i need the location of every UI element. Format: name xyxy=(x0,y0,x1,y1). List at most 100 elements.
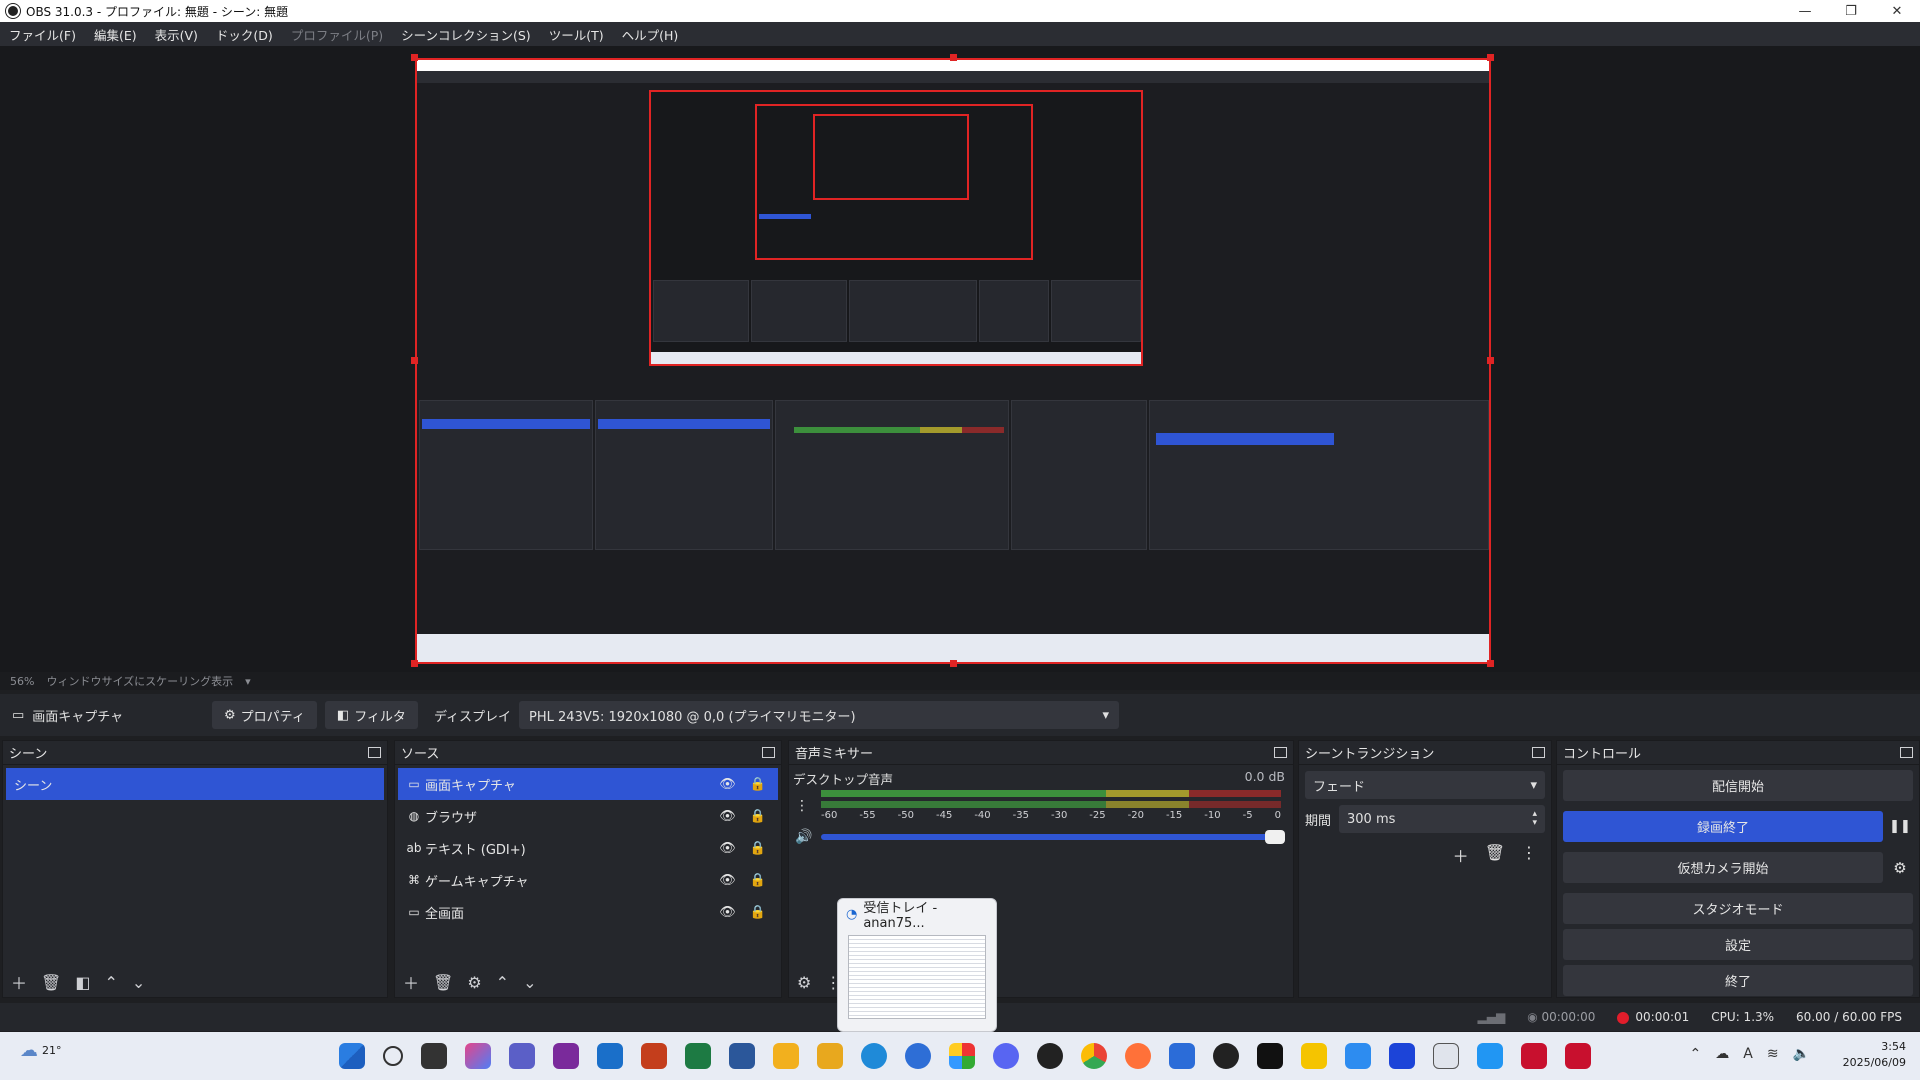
copilot-icon[interactable] xyxy=(465,1043,491,1069)
eye-icon[interactable]: 👁 xyxy=(719,873,736,888)
chatgpt-icon[interactable] xyxy=(1037,1043,1063,1069)
menu-file[interactable]: ファイル(F) xyxy=(0,25,85,44)
gear-icon[interactable]: ⚙ xyxy=(467,973,481,992)
menu-profile[interactable]: プロファイル(P) xyxy=(282,25,392,44)
ime-icon[interactable]: A xyxy=(1743,1046,1753,1062)
slack-icon[interactable] xyxy=(949,1043,975,1069)
mcafee-icon[interactable] xyxy=(1521,1043,1547,1069)
pause-icon[interactable]: ❚❚ xyxy=(1887,819,1913,834)
folder-icon[interactable] xyxy=(817,1043,843,1069)
volume-slider[interactable] xyxy=(821,830,1285,844)
volume-icon[interactable]: 🔈 xyxy=(1793,1046,1810,1062)
onenote-icon[interactable] xyxy=(553,1043,579,1069)
chevron-up-icon[interactable]: ⌃ xyxy=(496,973,509,992)
excel-icon[interactable] xyxy=(685,1043,711,1069)
maximize-icon[interactable]: ❐ xyxy=(1828,4,1874,19)
stop-recording-button[interactable]: 録画終了 xyxy=(1563,811,1883,842)
transform-handle[interactable] xyxy=(1487,54,1494,61)
firefox-icon[interactable] xyxy=(1125,1043,1151,1069)
menu-dock[interactable]: ドック(D) xyxy=(207,25,282,44)
powerpoint-icon[interactable] xyxy=(641,1043,667,1069)
lock-icon[interactable]: 🔒 xyxy=(750,809,766,824)
lock-icon[interactable]: 🔒 xyxy=(750,905,766,920)
search-icon[interactable] xyxy=(383,1046,403,1066)
transform-handle[interactable] xyxy=(950,54,957,61)
trash-icon[interactable]: 🗑 xyxy=(433,973,453,992)
chevron-up-icon[interactable]: ⌃ xyxy=(104,973,117,992)
more-vertical-icon[interactable]: ⋮ xyxy=(1521,843,1537,867)
eye-icon[interactable]: 👁 xyxy=(719,905,736,920)
exit-button[interactable]: 終了 xyxy=(1563,965,1913,996)
minimize-icon[interactable]: — xyxy=(1782,4,1828,19)
mcafee-icon[interactable] xyxy=(1565,1043,1591,1069)
file-explorer-icon[interactable] xyxy=(773,1043,799,1069)
float-dock-icon[interactable] xyxy=(368,747,381,758)
store-icon[interactable] xyxy=(1169,1043,1195,1069)
transform-handle[interactable] xyxy=(950,660,957,667)
source-item[interactable]: ◍ ブラウザ 👁 🔒 xyxy=(398,800,778,832)
filters-button[interactable]: ◧ フィルタ xyxy=(324,701,418,729)
chevron-down-icon[interactable]: ⌄ xyxy=(132,973,145,992)
gear-icon[interactable]: ⚙ xyxy=(797,973,811,992)
teams-icon[interactable] xyxy=(509,1043,535,1069)
transform-handle[interactable] xyxy=(1487,357,1494,364)
weather-widget[interactable]: ☁ 21° xyxy=(20,1040,62,1061)
spin-arrows-icon[interactable]: ▴ ▾ xyxy=(1532,810,1537,828)
menu-view[interactable]: 表示(V) xyxy=(146,25,207,44)
menu-edit[interactable]: 編集(E) xyxy=(85,25,146,44)
eye-icon[interactable]: 👁 xyxy=(719,809,736,824)
float-dock-icon[interactable] xyxy=(1532,747,1545,758)
music-icon[interactable] xyxy=(1433,1043,1459,1069)
onedrive-icon[interactable]: ☁ xyxy=(1715,1046,1729,1062)
app-icon[interactable] xyxy=(1301,1043,1327,1069)
transform-handle[interactable] xyxy=(411,660,418,667)
outlook-icon[interactable] xyxy=(597,1043,623,1069)
start-streaming-button[interactable]: 配信開始 xyxy=(1563,770,1913,801)
lock-icon[interactable]: 🔒 xyxy=(750,841,766,856)
task-view-icon[interactable] xyxy=(421,1043,447,1069)
source-item[interactable]: ▭ 画面キャプチャ 👁 🔒 xyxy=(398,768,778,800)
wifi-icon[interactable]: ≋ xyxy=(1767,1046,1779,1062)
chevron-down-icon[interactable]: ⌄ xyxy=(523,973,536,992)
scaling-mode[interactable]: ウィンドウサイズにスケーリング表示 xyxy=(46,673,233,689)
edge-icon[interactable] xyxy=(861,1043,887,1069)
app-icon[interactable] xyxy=(1389,1043,1415,1069)
chevron-down-icon[interactable]: ▾ xyxy=(245,675,251,688)
preview-canvas[interactable] xyxy=(415,58,1491,664)
source-item[interactable]: ⌘ ゲームキャプチャ 👁 🔒 xyxy=(398,864,778,896)
lock-icon[interactable]: 🔒 xyxy=(750,873,766,888)
app-icon[interactable] xyxy=(1257,1043,1283,1069)
chevron-up-icon[interactable]: ⌃ xyxy=(1690,1046,1702,1062)
float-dock-icon[interactable] xyxy=(1274,747,1287,758)
studio-mode-button[interactable]: スタジオモード xyxy=(1563,893,1913,924)
duration-spinbox[interactable]: 300 ms ▴ ▾ xyxy=(1339,805,1545,833)
taskbar-thumbnail-popup[interactable]: ◔ 受信トレイ - anan75... xyxy=(837,898,997,1032)
start-virtual-camera-button[interactable]: 仮想カメラ開始 xyxy=(1563,852,1883,883)
float-dock-icon[interactable] xyxy=(1900,747,1913,758)
display-select[interactable]: PHL 243V5: 1920x1080 @ 0,0 (プライマリモニター) ▾ xyxy=(519,701,1120,729)
float-dock-icon[interactable] xyxy=(762,747,775,758)
scene-item[interactable]: シーン xyxy=(6,768,384,800)
more-vertical-icon[interactable]: ⋮ xyxy=(795,798,821,814)
trash-icon[interactable]: 🗑 xyxy=(1485,843,1505,867)
add-icon[interactable]: ＋ xyxy=(403,970,419,994)
speaker-icon[interactable]: 🔊 xyxy=(795,829,821,845)
menu-scene-collection[interactable]: シーンコレクション(S) xyxy=(392,25,540,44)
obs-icon[interactable] xyxy=(1213,1043,1239,1069)
filter-icon[interactable]: ◧ xyxy=(75,973,90,992)
mail-app-icon[interactable] xyxy=(905,1043,931,1069)
transition-select[interactable]: フェード ▾ xyxy=(1305,771,1545,799)
notepad-icon[interactable] xyxy=(1477,1043,1503,1069)
close-icon[interactable]: ✕ xyxy=(1874,4,1920,19)
word-icon[interactable] xyxy=(729,1043,755,1069)
lock-icon[interactable]: 🔒 xyxy=(750,777,766,792)
properties-button[interactable]: ⚙ プロパティ xyxy=(212,701,317,729)
start-icon[interactable] xyxy=(339,1043,365,1069)
transform-handle[interactable] xyxy=(1487,660,1494,667)
source-item[interactable]: ▭ 全画面 👁 🔒 xyxy=(398,896,778,928)
add-icon[interactable]: ＋ xyxy=(11,970,27,994)
chrome-icon[interactable] xyxy=(1081,1043,1107,1069)
settings-button[interactable]: 設定 xyxy=(1563,929,1913,960)
eye-icon[interactable]: 👁 xyxy=(719,777,736,792)
taskbar-clock[interactable]: 3:54 2025/06/09 xyxy=(1843,1039,1906,1071)
